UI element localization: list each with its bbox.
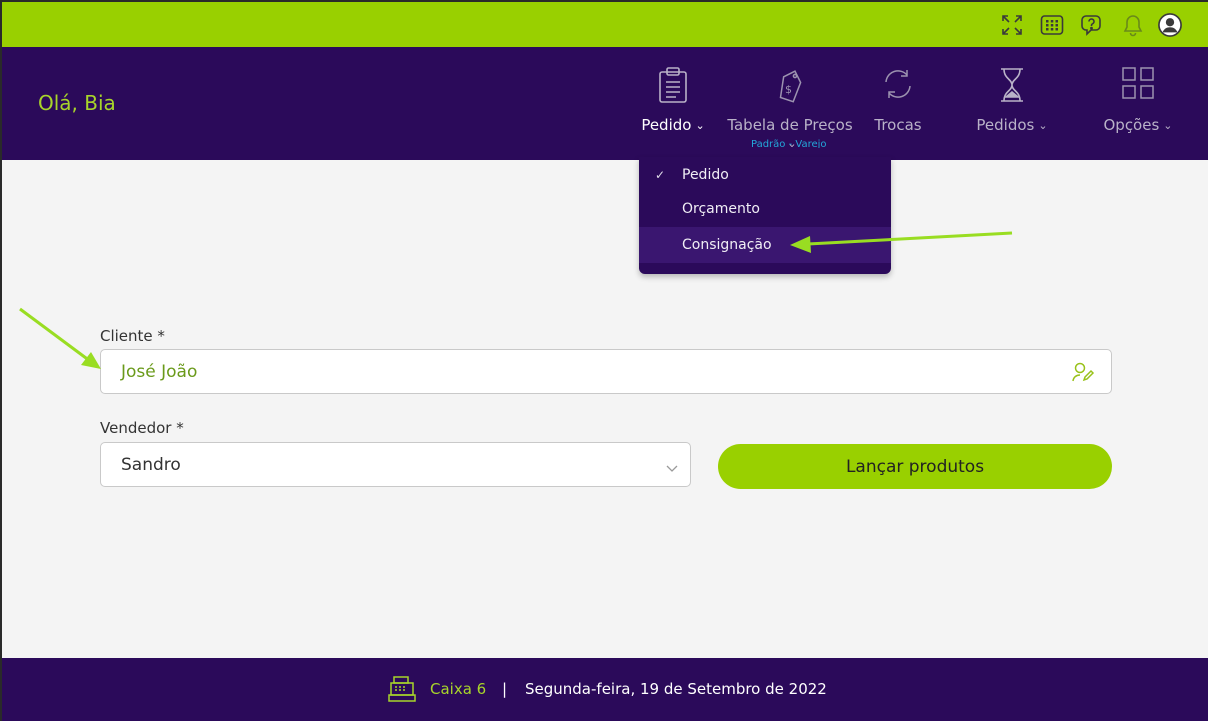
nav-pedido-label: Pedido (641, 116, 692, 134)
user-avatar-icon[interactable] (1158, 13, 1182, 37)
footer-date: Segunda-feira, 19 de Setembro de 2022 (525, 680, 827, 698)
nav-tabela-label: Tabela de Preços (727, 116, 853, 134)
fullscreen-icon[interactable] (1000, 13, 1024, 37)
lancar-produtos-button[interactable]: Lançar produtos (718, 444, 1112, 489)
check-icon: ✓ (655, 168, 666, 182)
hourglass-icon (974, 66, 1050, 106)
nav-opcoes-label: Opções (1103, 116, 1160, 134)
chevron-down-icon: ⌄ (1163, 119, 1173, 132)
keypad-icon[interactable] (1040, 13, 1064, 37)
nav-opcoes[interactable]: Opções ⌄ (1102, 66, 1174, 134)
price-table-caption: Padrão - Varejo (751, 139, 827, 148)
dropdown-item-label: Consignação (682, 237, 772, 253)
nav-pedidos-label: Pedidos (976, 116, 1035, 134)
cash-register-icon (388, 675, 416, 707)
vendedor-value: Sandro (121, 454, 181, 475)
dropdown-item-consignacao[interactable]: Consignação (639, 227, 891, 263)
nav-trocas[interactable]: Trocas (873, 66, 923, 134)
grid-icon (1102, 66, 1174, 106)
price-tag-icon: $ (721, 66, 859, 106)
chevron-down-icon: ⌄ (695, 119, 705, 132)
edit-client-icon[interactable] (1071, 361, 1095, 387)
dropdown-item-label: Orçamento (682, 201, 760, 217)
caixa-label: Caixa 6 (430, 680, 487, 698)
bell-icon[interactable] (1121, 13, 1145, 37)
vendedor-label: Vendedor * (100, 419, 184, 437)
nav-pedidos[interactable]: Pedidos ⌄ (974, 66, 1050, 134)
vendedor-select[interactable]: Sandro (100, 442, 691, 487)
pedido-dropdown-menu: ✓ Pedido Orçamento Consignação (639, 157, 891, 274)
cliente-value: José João (121, 361, 198, 382)
top-bar (0, 0, 1208, 47)
nav-pedido[interactable]: Pedido ⌄ (640, 66, 706, 134)
refresh-icon (873, 66, 923, 106)
clipboard-icon (640, 66, 706, 106)
dropdown-item-pedido[interactable]: ✓ Pedido (639, 157, 891, 193)
dropdown-item-label: Pedido (682, 167, 729, 183)
chevron-down-icon: ⌄ (1038, 119, 1048, 132)
nav-trocas-label: Trocas (874, 116, 922, 134)
help-chat-icon[interactable] (1080, 13, 1104, 37)
greeting: Olá, Bia (38, 91, 116, 115)
svg-text:$: $ (785, 83, 792, 96)
cliente-label: Cliente * (100, 327, 165, 345)
dropdown-item-orcamento[interactable]: Orçamento (639, 191, 891, 227)
chevron-down-icon (666, 458, 678, 477)
cliente-input[interactable]: José João (100, 349, 1112, 394)
footer-separator: | (502, 680, 508, 698)
